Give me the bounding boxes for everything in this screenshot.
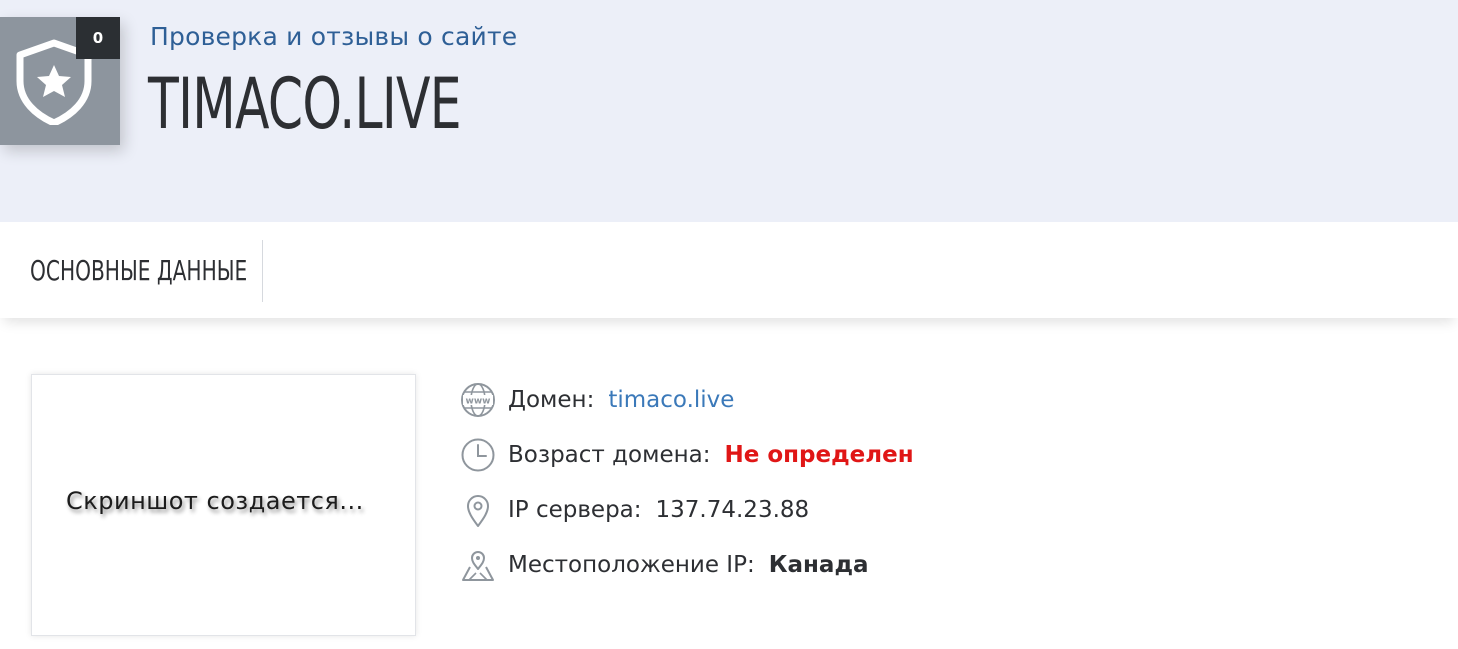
domain-age-label: Возраст домена:	[508, 442, 711, 468]
info-row-domain: www Домен: timaco.live	[460, 380, 734, 420]
page-title: TIMACO.LIVE	[148, 63, 462, 145]
server-ip-label: IP сервера:	[508, 497, 642, 523]
www-globe-icon: www	[461, 383, 495, 417]
page-header: 0 Проверка и отзывы о сайте TIMACO.LIVE	[0, 0, 1458, 222]
server-ip-value: 137.74.23.88	[655, 497, 810, 523]
page-subtitle: Проверка и отзывы о сайте	[150, 22, 518, 51]
tab-divider	[262, 240, 263, 302]
score-badge: 0	[76, 17, 120, 59]
info-row-location: Местоположение IP: Канада	[460, 545, 869, 585]
clock-icon	[461, 438, 495, 472]
site-screenshot: Скриншот создается...	[31, 374, 416, 636]
ip-location-value: Канада	[768, 552, 869, 578]
info-row-ip: IP сервера: 137.74.23.88	[460, 490, 809, 530]
screenshot-placeholder: Скриншот создается...	[66, 487, 364, 515]
info-row-age: Возраст домена: Не определен	[460, 435, 914, 475]
domain-link[interactable]: timaco.live	[608, 387, 734, 413]
domain-label: Домен:	[508, 387, 595, 413]
tab-bar: ОСНОВНЫЕ ДАННЫЕ	[0, 222, 1458, 318]
location-pin-icon	[467, 495, 489, 527]
svg-text:www: www	[466, 397, 491, 407]
domain-age-value: Не определен	[724, 442, 914, 468]
tab-main-data[interactable]: ОСНОВНЫЕ ДАННЫЕ	[30, 254, 247, 287]
ip-location-label: Местоположение IP:	[508, 552, 755, 578]
map-pin-icon	[462, 551, 494, 581]
